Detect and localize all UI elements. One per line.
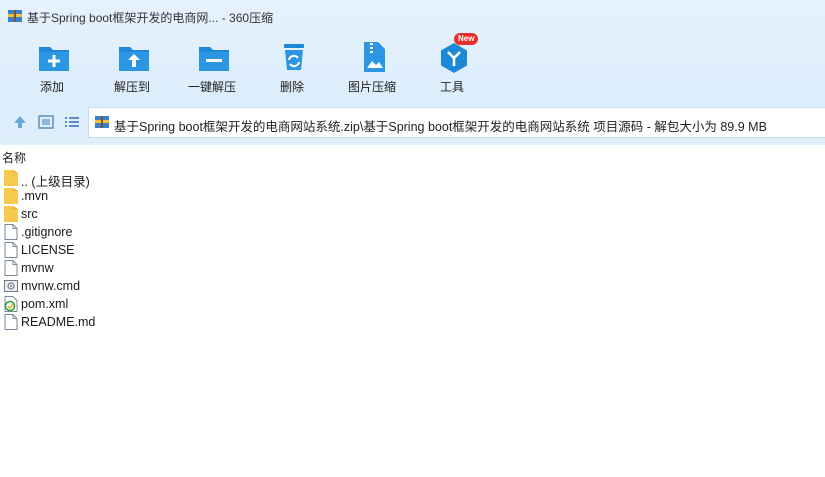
delete-label: 删除: [279, 80, 304, 94]
tools-icon: [441, 43, 467, 73]
window-title: 基于Spring boot框架开发的电商网... - 360压缩: [27, 11, 274, 25]
column-header[interactable]: 名称: [0, 145, 825, 167]
file-name: README.md: [21, 315, 96, 329]
tools-button[interactable]: 工具: [417, 36, 487, 96]
list-item-mvnw-cmd[interactable]: mvnw.cmd: [0, 277, 825, 295]
address-bar[interactable]: 基于Spring boot框架开发的电商网站系统.zip\基于Spring bo…: [88, 107, 825, 138]
add-icon: [39, 47, 69, 71]
delete-icon: [284, 44, 304, 70]
list-item-readme[interactable]: README.md: [0, 313, 825, 331]
file-name: .mvn: [21, 189, 49, 203]
xml-file-icon: [4, 296, 18, 312]
list-item-mvnw[interactable]: mvnw: [0, 259, 825, 277]
folder-icon: [4, 188, 18, 204]
image-compress-button[interactable]: 图片压缩: [337, 36, 407, 96]
extract-to-button[interactable]: 解压到: [97, 36, 167, 96]
title-bar: 基于Spring boot框架开发的电商网... - 360压缩: [0, 0, 825, 32]
address-path: 基于Spring boot框架开发的电商网站系统.zip\基于Spring bo…: [114, 120, 767, 134]
file-icon: [4, 224, 18, 240]
delete-button[interactable]: 删除: [257, 36, 327, 96]
file-icon: [4, 314, 18, 330]
one-click-extract-label: 一键解压: [187, 80, 236, 94]
top-panel: 基于Spring boot框架开发的电商网... - 360压缩 添加 解压到: [0, 0, 825, 145]
new-badge: New: [454, 33, 479, 45]
list-item-gitignore[interactable]: .gitignore: [0, 223, 825, 241]
list-view-icon[interactable]: [63, 113, 81, 131]
folder-icon: [4, 206, 18, 222]
archive-app-icon: [8, 10, 22, 22]
file-name: .gitignore: [21, 225, 73, 239]
add-button[interactable]: 添加: [17, 36, 87, 96]
file-icon: [4, 242, 18, 258]
up-arrow-icon[interactable]: [11, 113, 29, 131]
file-name: mvnw: [21, 261, 54, 275]
extract-to-icon: [119, 47, 149, 71]
extract-to-label: 解压到: [113, 80, 150, 94]
file-name: LICENSE: [21, 243, 75, 257]
list-item-src[interactable]: src: [0, 205, 825, 223]
list-item-mvn[interactable]: .mvn: [0, 187, 825, 205]
file-name: pom.xml: [21, 297, 69, 311]
one-click-extract-icon: [199, 47, 229, 71]
navigation-bar: 基于Spring boot框架开发的电商网站系统.zip\基于Spring bo…: [0, 106, 825, 140]
file-name: mvnw.cmd: [21, 279, 81, 293]
list-item-pom-xml[interactable]: pom.xml: [0, 295, 825, 313]
file-name: src: [21, 207, 38, 221]
one-click-extract-button[interactable]: 一键解压: [177, 36, 247, 96]
list-item-license[interactable]: LICENSE: [0, 241, 825, 259]
thumbnail-view-icon[interactable]: [37, 113, 55, 131]
list-item-parent-directory[interactable]: .. (上级目录): [0, 169, 825, 189]
image-compress-icon: [364, 42, 385, 72]
tools-label: 工具: [439, 80, 464, 94]
image-compress-label: 图片压缩: [347, 80, 396, 94]
archive-icon: [95, 116, 109, 128]
cmd-file-icon: [4, 280, 18, 292]
file-icon: [4, 260, 18, 276]
name-column-header[interactable]: 名称: [2, 149, 26, 166]
add-label: 添加: [39, 80, 64, 94]
folder-icon: [4, 170, 18, 186]
toolbar: 添加 解压到 一键解压 删除 图片压缩 工具: [0, 36, 825, 96]
